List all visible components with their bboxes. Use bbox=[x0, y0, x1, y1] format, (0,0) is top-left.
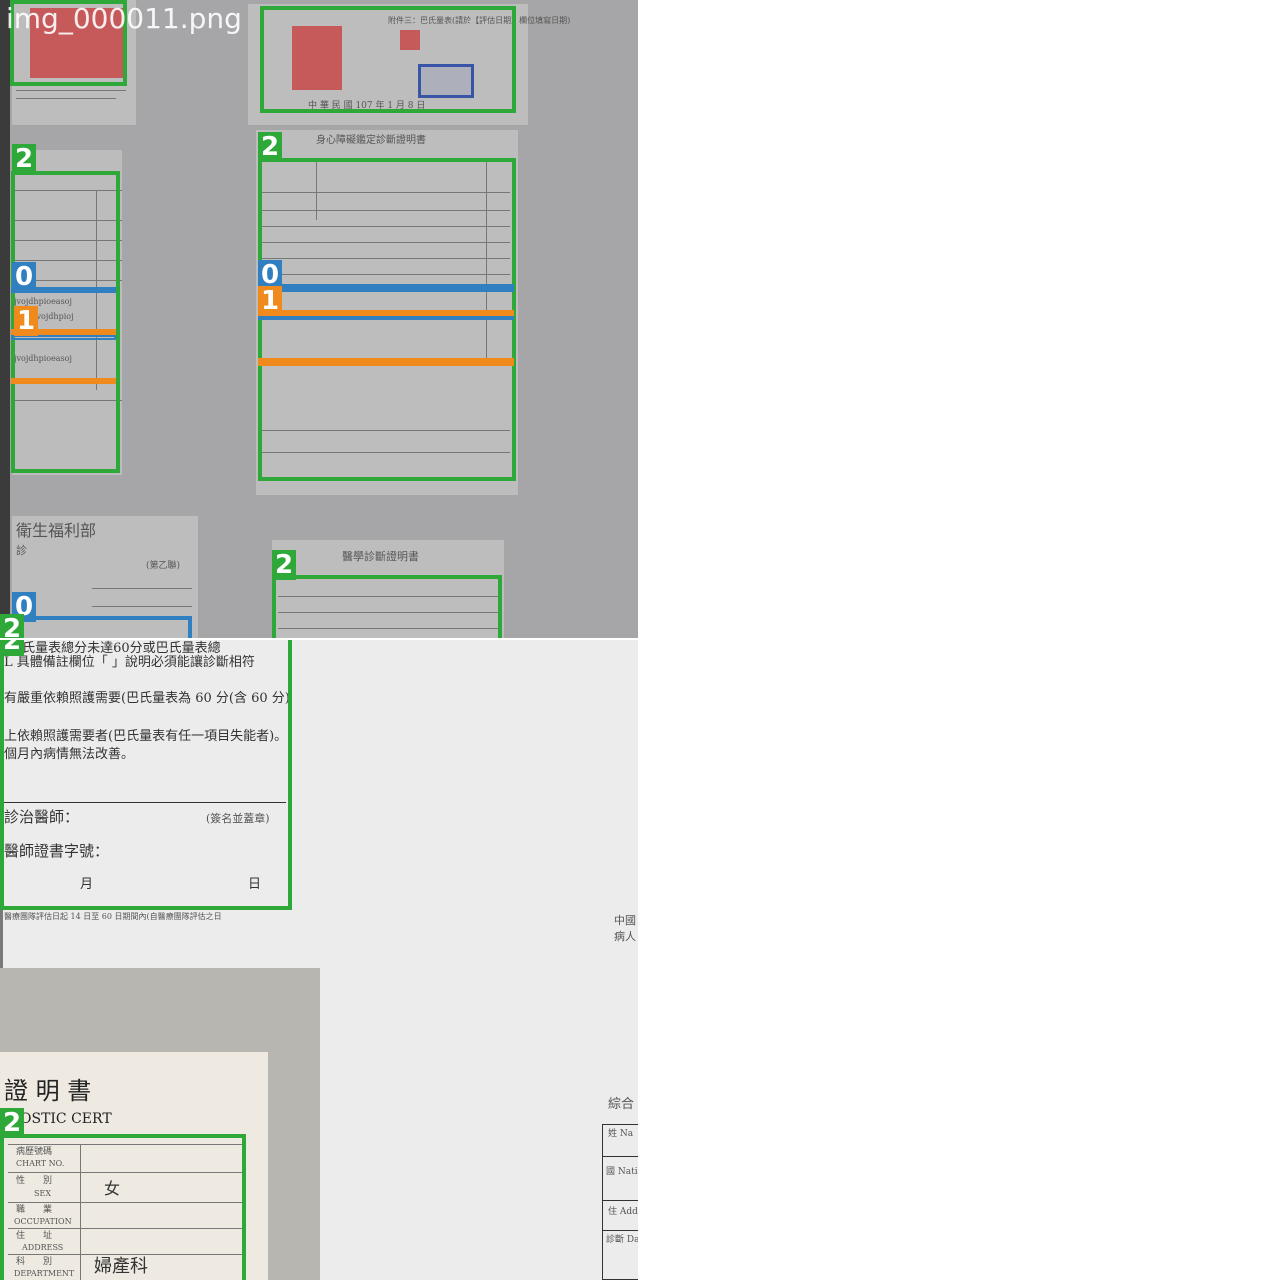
disability-cert-title: 身心障礙鑑定診斷證明書 bbox=[316, 135, 426, 146]
mosaic-photo-cert: 證 明 書 OSTIC CERT 病歷號碼 CHART NO. 性 別 SEX … bbox=[0, 968, 320, 1280]
bbox-class2 bbox=[0, 640, 292, 910]
bbox-class0 bbox=[258, 284, 514, 292]
mosaic-tile-top-left: 附件三：巴氏量表(請於【評估日期】欄位填寫日期) 中 華 民 國 107 年 1… bbox=[0, 0, 638, 638]
partial-form-right: 綜合 姓 Na 國 Natio 住 Add 診斷 Dat Exam bbox=[602, 1096, 638, 1280]
class-tag-1: 1 bbox=[14, 306, 39, 336]
class-tag-2: 2 bbox=[272, 550, 297, 580]
class-tag-2: 2 bbox=[0, 1108, 25, 1138]
bbox-class2 bbox=[272, 575, 502, 638]
bbox-class0 bbox=[10, 616, 192, 638]
bottom-right-title: 醫學診斷證明書 bbox=[342, 550, 419, 563]
image-filename: img_000011.png bbox=[6, 2, 242, 35]
bottom-left-title: 衛生福利部 bbox=[16, 521, 97, 540]
class-tag-1: 1 bbox=[258, 286, 283, 316]
partial-row-1: 姓 Na bbox=[608, 1129, 634, 1139]
bbox-class1 bbox=[258, 358, 514, 366]
side-note-1: 中國 bbox=[614, 914, 636, 927]
side-note-2: 病人 bbox=[614, 930, 636, 943]
cert-title: 證 明 書 bbox=[4, 1077, 92, 1105]
class-tag-2: 2 bbox=[258, 132, 283, 162]
class-tag-2: 2 bbox=[0, 640, 25, 656]
bbox-class0 bbox=[258, 316, 514, 320]
left-dark-strip bbox=[0, 0, 10, 638]
partial-form-header: 綜合 bbox=[608, 1097, 635, 1112]
bbox-class1 bbox=[11, 378, 116, 384]
footnote: 醫療團隊評估日起 14 日至 60 日期間內(自醫療團隊評估之日 bbox=[4, 912, 222, 921]
bbox-class2 bbox=[260, 6, 516, 113]
bbox-class2 bbox=[0, 1134, 246, 1280]
cert-subtitle: OSTIC CERT bbox=[20, 1111, 112, 1127]
class-tag-2: 2 bbox=[12, 144, 37, 174]
bottom-left-sub: 診 bbox=[16, 544, 27, 557]
bottom-left-row1: (第乙聯) bbox=[146, 561, 181, 571]
class-tag-2: 2 bbox=[0, 614, 25, 638]
partial-row-2: 國 Natio bbox=[606, 1167, 638, 1177]
class-tag-0: 0 bbox=[12, 262, 37, 292]
partial-row-3: 住 Add bbox=[608, 1207, 638, 1217]
partial-row-4: 診斷 Dat Exam bbox=[606, 1235, 638, 1245]
